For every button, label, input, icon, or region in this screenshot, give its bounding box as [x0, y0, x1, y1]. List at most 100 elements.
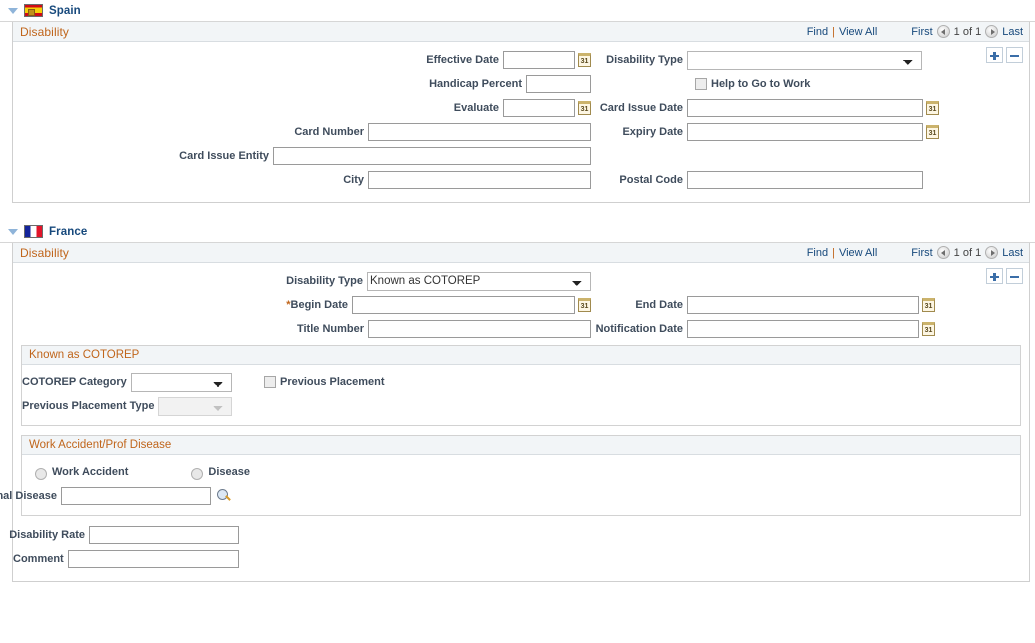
- card-issue-date-label: Card Issue Date: [599, 102, 683, 114]
- last-link-spain[interactable]: Last: [1002, 26, 1023, 38]
- card-issue-entity-label: Card Issue Entity: [179, 150, 269, 162]
- evaluate-label: Evaluate: [453, 102, 499, 114]
- form-row-handicap-percent: Handicap Percent Help to Go to Work: [13, 72, 1029, 96]
- form-row-begin-date: *Begin Date 31 End Date 31: [13, 293, 1029, 317]
- notification-date-label: Notification Date: [595, 323, 683, 335]
- form-row-cotorep-category: COTOREP Category Previous Placement: [22, 370, 1020, 394]
- form-row-accident-type: Work Accident Disease: [22, 460, 1020, 484]
- form-row-city: City Postal Code: [13, 168, 1029, 192]
- notification-date-input[interactable]: [687, 320, 919, 338]
- previous-row-arrow-icon-france[interactable]: [936, 246, 950, 259]
- panel-body-spain: Effective Date 31 Disability Type Handic…: [13, 42, 1029, 202]
- add-row-button-france[interactable]: [986, 268, 1003, 284]
- first-link-spain[interactable]: First: [911, 26, 932, 38]
- disability-panel-france: Disability Find | View All First 1 of 1 …: [0, 243, 1030, 582]
- delete-row-button-france[interactable]: [1006, 268, 1023, 284]
- panel-title-france: Disability: [20, 245, 70, 260]
- previous-placement-checkbox-wrap: Previous Placement: [260, 373, 385, 391]
- find-link-spain[interactable]: Find: [807, 26, 828, 38]
- grid-navigation-france: Find | View All First 1 of 1 Last: [807, 246, 1023, 259]
- form-row-previous-placement-type: Previous Placement Type: [22, 394, 1020, 418]
- cotorep-group: Known as COTOREP COTOREP Category Previo…: [21, 345, 1021, 426]
- first-link-france[interactable]: First: [911, 247, 932, 259]
- find-link-france[interactable]: Find: [807, 247, 828, 259]
- city-input[interactable]: [368, 171, 591, 189]
- title-number-label: Title Number: [296, 323, 364, 335]
- view-all-link-france[interactable]: View All: [839, 247, 877, 259]
- help-to-go-to-work-checkbox[interactable]: [695, 78, 707, 90]
- calendar-icon-begin-date[interactable]: 31: [578, 298, 591, 312]
- panel-header-bar-france: Disability Find | View All First 1 of 1 …: [13, 243, 1029, 263]
- delete-row-button-spain[interactable]: [1006, 47, 1023, 63]
- city-label: City: [343, 174, 364, 186]
- flag-spain-icon: [24, 4, 43, 17]
- row-action-buttons-spain: [986, 47, 1023, 63]
- next-row-arrow-icon-spain[interactable]: [985, 25, 999, 38]
- professional-disease-input[interactable]: [61, 487, 211, 505]
- end-date-input[interactable]: [687, 296, 919, 314]
- form-row-evaluate: Evaluate 31 Card Issue Date 31: [13, 96, 1029, 120]
- calendar-icon-card-issue-date[interactable]: 31: [926, 101, 939, 115]
- work-accident-label: Work Accident: [52, 466, 129, 478]
- card-issue-date-input[interactable]: [687, 99, 923, 117]
- cotorep-group-header: Known as COTOREP: [22, 346, 1020, 365]
- card-number-input[interactable]: [368, 123, 591, 141]
- handicap-percent-input[interactable]: [526, 75, 591, 93]
- previous-placement-type-label: Previous Placement Type: [22, 400, 155, 412]
- view-all-link-spain[interactable]: View All: [839, 26, 877, 38]
- title-number-input[interactable]: [368, 320, 591, 338]
- work-accident-group-title: Work Accident/Prof Disease: [29, 439, 172, 451]
- expiry-date-input[interactable]: [687, 123, 923, 141]
- form-row-disability-rate: Disability Rate: [9, 523, 1029, 547]
- nav-separator-spain: |: [832, 25, 835, 38]
- row-count-spain: 1 of 1: [953, 25, 982, 38]
- panel-header-bar-spain: Disability Find | View All First 1 of 1 …: [13, 22, 1029, 42]
- postal-code-input[interactable]: [687, 171, 923, 189]
- country-label-spain: Spain: [49, 4, 81, 17]
- previous-row-arrow-icon-spain[interactable]: [936, 25, 950, 38]
- evaluate-input[interactable]: [503, 99, 575, 117]
- comment-input[interactable]: [67, 550, 239, 568]
- disability-type-label-france: Disability Type: [286, 275, 363, 287]
- row-pager-france: First 1 of 1 Last: [911, 246, 1023, 259]
- calendar-icon-notification-date[interactable]: 31: [922, 322, 935, 336]
- next-row-arrow-icon-france[interactable]: [985, 246, 999, 259]
- card-number-label: Card Number: [294, 126, 364, 138]
- disability-rate-input[interactable]: [89, 526, 239, 544]
- previous-placement-checkbox[interactable]: [264, 376, 276, 388]
- country-label-france: France: [49, 225, 88, 238]
- previous-placement-type-select[interactable]: [158, 396, 232, 416]
- add-row-button-spain[interactable]: [986, 47, 1003, 63]
- form-row-effective-date: Effective Date 31 Disability Type: [13, 48, 1029, 72]
- work-accident-radio[interactable]: [35, 467, 47, 480]
- row-action-buttons-france: [986, 268, 1023, 284]
- collapse-triangle-icon-spain[interactable]: [8, 5, 19, 16]
- postal-code-label: Postal Code: [619, 174, 683, 186]
- effective-date-input[interactable]: [503, 51, 575, 69]
- card-issue-entity-input[interactable]: [273, 147, 591, 165]
- nav-separator-france: |: [832, 246, 835, 259]
- work-accident-group-body: Work Accident Disease Professional Disea…: [0, 455, 1020, 515]
- cotorep-category-select[interactable]: [130, 372, 232, 392]
- calendar-icon-effective-date[interactable]: 31: [578, 53, 591, 67]
- disability-rate-label: Disability Rate: [9, 529, 85, 541]
- begin-date-input[interactable]: [352, 296, 575, 314]
- cotorep-group-body: COTOREP Category Previous Placement Prev…: [22, 365, 1020, 425]
- cotorep-category-label: COTOREP Category: [22, 376, 127, 388]
- handicap-percent-label: Handicap Percent: [429, 78, 522, 90]
- calendar-icon-evaluate[interactable]: 31: [578, 101, 591, 115]
- collapse-triangle-icon-france[interactable]: [8, 226, 19, 237]
- end-date-label: End Date: [635, 299, 683, 311]
- country-section-header-spain[interactable]: Spain: [0, 0, 1035, 22]
- calendar-icon-expiry-date[interactable]: 31: [926, 125, 939, 139]
- country-section-header-france[interactable]: France: [0, 221, 1035, 243]
- expiry-date-label: Expiry Date: [622, 126, 683, 138]
- form-row-disability-type-france: Disability Type Known as COTOREP: [13, 269, 1029, 293]
- lookup-magnifier-icon-professional-disease[interactable]: [216, 488, 232, 504]
- disability-type-select-spain[interactable]: [687, 50, 922, 70]
- begin-date-label: *Begin Date: [286, 299, 352, 311]
- disability-type-select-france[interactable]: Known as COTOREP: [367, 271, 591, 291]
- disease-radio[interactable]: [191, 467, 204, 480]
- last-link-france[interactable]: Last: [1002, 247, 1023, 259]
- calendar-icon-end-date[interactable]: 31: [922, 298, 935, 312]
